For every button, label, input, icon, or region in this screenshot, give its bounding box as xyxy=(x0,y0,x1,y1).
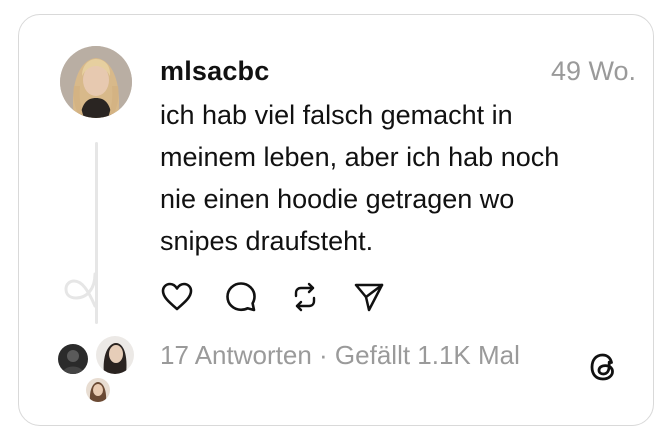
post-timestamp[interactable]: 49 Wo. xyxy=(551,56,636,87)
post-text-line: nie einen hoodie getragen wo xyxy=(160,184,515,214)
heart-icon[interactable] xyxy=(160,280,194,314)
replier-avatar[interactable] xyxy=(84,376,112,404)
likes-count[interactable]: Gefällt 1.1K Mal xyxy=(335,340,520,370)
stats-separator: · xyxy=(319,340,328,370)
repost-icon[interactable] xyxy=(288,280,322,314)
comment-icon[interactable] xyxy=(224,280,258,314)
author-avatar[interactable] xyxy=(60,46,132,118)
post-text: ich hab viel falsch gemacht in meinem le… xyxy=(160,94,630,262)
post-text-line: ich hab viel falsch gemacht in xyxy=(160,100,513,130)
post-text-line: meinem leben, aber ich hab noch xyxy=(160,142,560,172)
thread-loop-icon xyxy=(64,272,97,308)
post-text-line: snipes draufsteht. xyxy=(160,226,374,256)
author-username[interactable]: mlsacbc xyxy=(160,56,269,87)
post-stats: 17 Antworten · Gefällt 1.1K Mal xyxy=(160,340,520,371)
send-icon[interactable] xyxy=(352,280,386,314)
replies-count[interactable]: 17 Antworten xyxy=(160,340,312,370)
threads-logo-icon[interactable] xyxy=(584,348,622,386)
replier-avatar[interactable] xyxy=(94,334,136,376)
replier-avatar[interactable] xyxy=(56,342,90,376)
